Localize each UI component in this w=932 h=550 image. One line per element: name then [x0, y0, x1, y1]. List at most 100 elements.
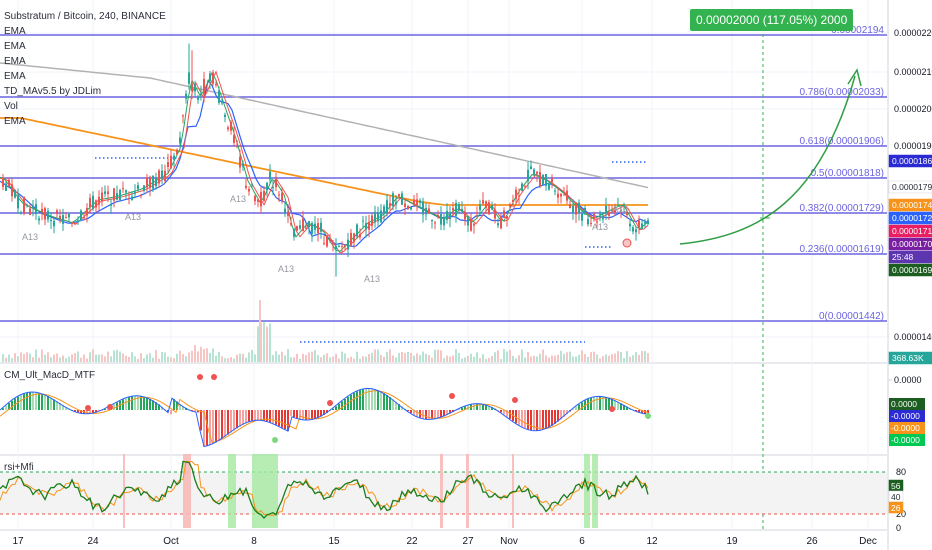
- candle-body: [320, 222, 322, 232]
- volume-bar: [521, 349, 523, 362]
- macd-histogram-bar: [269, 410, 271, 423]
- signal-marker: [622, 238, 632, 248]
- candle-body: [2, 177, 4, 187]
- candle-body: [497, 223, 499, 226]
- candle-body: [5, 183, 7, 191]
- volume-bar: [566, 352, 568, 362]
- macd-histogram-bar: [200, 410, 202, 431]
- rsi-value-label: 40: [891, 492, 901, 502]
- volume-bar: [263, 321, 265, 362]
- volume-bar: [443, 358, 445, 362]
- candle-body: [500, 215, 502, 229]
- candle-body: [395, 201, 397, 205]
- volume-bar: [299, 358, 301, 362]
- volume-bar: [533, 355, 535, 362]
- a13-annotation: A13: [612, 204, 628, 214]
- volume-bar: [338, 358, 340, 362]
- volume-bar: [293, 357, 295, 362]
- candle-body: [344, 244, 346, 247]
- price-tag-label: 0.00001695: [892, 265, 932, 275]
- candle-body: [314, 223, 316, 230]
- macd-histogram-bar: [386, 395, 388, 410]
- volume-bar: [143, 358, 145, 362]
- candle-body: [485, 201, 487, 208]
- volume-bar: [377, 349, 379, 362]
- indicator-ema-4[interactable]: EMA: [4, 69, 166, 84]
- indicator-volume[interactable]: Vol: [4, 99, 166, 114]
- x-tick-label: 27: [462, 536, 474, 547]
- macd-panel-title[interactable]: CM_Ult_MacD_MTF: [4, 370, 95, 381]
- indicator-ema-1[interactable]: EMA: [4, 24, 166, 39]
- macd-histogram-bar: [38, 392, 40, 410]
- volume-bar: [476, 352, 478, 362]
- candle-body: [584, 208, 586, 215]
- volume-bar: [230, 357, 232, 362]
- candle-body: [284, 208, 286, 213]
- volume-bar: [446, 355, 448, 362]
- macd-cross-dot: [107, 404, 113, 410]
- candle-body: [224, 114, 226, 117]
- candle-body: [206, 85, 208, 87]
- volume-bar: [215, 355, 217, 362]
- candle-body: [149, 176, 151, 188]
- volume-bar: [581, 350, 583, 362]
- candle-body: [278, 194, 280, 196]
- macd-histogram-bar: [350, 394, 352, 410]
- candle-body: [527, 169, 529, 182]
- candle-body: [449, 212, 451, 219]
- candle-body: [257, 199, 259, 202]
- macd-cross-dot: [197, 374, 203, 380]
- volume-bar: [320, 357, 322, 362]
- volume-bar: [92, 349, 94, 362]
- volume-bar: [452, 355, 454, 362]
- indicator-td-ma[interactable]: TD_MAv5.5 by JDLim: [4, 84, 166, 99]
- rsi-panel-title[interactable]: rsi+Mfi: [4, 462, 34, 473]
- volume-bar: [224, 358, 226, 362]
- candle-body: [179, 137, 181, 144]
- candle-body: [512, 199, 514, 202]
- a13-annotation: A13: [230, 194, 246, 204]
- volume-bar: [389, 349, 391, 362]
- macd-histogram-bar: [20, 394, 22, 410]
- macd-histogram-bar: [131, 396, 133, 410]
- candle-body: [92, 195, 94, 209]
- volume-bar: [17, 356, 19, 362]
- symbol-title[interactable]: Substratum / Bitcoin, 240, BINANCE: [4, 9, 166, 24]
- candle-body: [632, 227, 634, 232]
- candle-body: [548, 183, 550, 190]
- volume-bar: [101, 354, 103, 362]
- indicator-ema-5[interactable]: EMA: [4, 114, 166, 129]
- volume-bar: [167, 356, 169, 362]
- volume-bar: [497, 350, 499, 362]
- price-tag-label: 25:48: [892, 252, 914, 262]
- volume-bar: [116, 349, 118, 362]
- rsi-y-tick: 0: [896, 523, 901, 533]
- candle-body: [371, 215, 373, 226]
- volume-bar: [296, 353, 298, 362]
- indicator-ema-2[interactable]: EMA: [4, 39, 166, 54]
- volume-bar: [134, 356, 136, 362]
- candle-body: [398, 194, 400, 197]
- volume-bar: [575, 356, 577, 362]
- macd-histogram-bar: [476, 403, 478, 410]
- macd-histogram-bar: [281, 410, 283, 428]
- candle-body: [404, 203, 406, 207]
- candle-body: [170, 155, 172, 169]
- volume-bar: [65, 358, 67, 362]
- indicator-ema-3[interactable]: EMA: [4, 54, 166, 69]
- candle-body: [263, 191, 265, 201]
- x-tick-label: 6: [579, 536, 585, 547]
- candle-body: [581, 213, 583, 221]
- volume-bar: [413, 355, 415, 362]
- macd-histogram-bar: [233, 410, 235, 431]
- volume-bar: [203, 348, 205, 362]
- macd-histogram-bar: [251, 410, 253, 422]
- volume-bar: [527, 351, 529, 362]
- volume-bar: [584, 354, 586, 362]
- rsi-value-label: 56: [891, 481, 901, 491]
- fib-level-label: 0.618(0.00001906): [799, 136, 884, 147]
- candle-body: [605, 206, 607, 214]
- macd-histogram-bar: [524, 410, 526, 429]
- candle-body: [311, 223, 313, 234]
- volume-bar: [242, 353, 244, 362]
